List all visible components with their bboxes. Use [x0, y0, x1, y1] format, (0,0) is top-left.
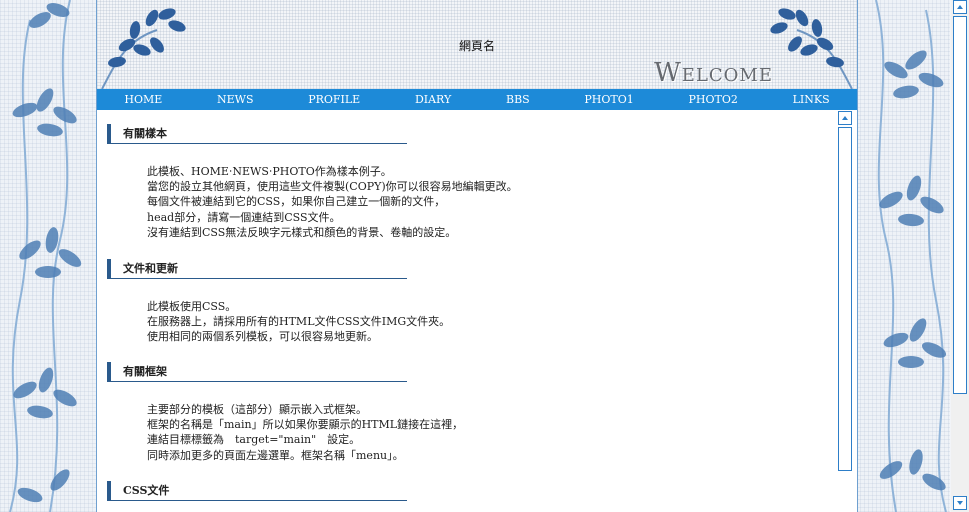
section-body: 此模板使用CSS。 在服務器上，請採用所有的HTML文件CSS文件IMG文件夾。… [147, 299, 567, 345]
section-about-sample: 有關樣本 此模板、HOME‧NEWS‧PHOTO作為樣本例子。 當您的設立其他網… [107, 124, 518, 239]
text-line: 每個文件被連結到它的CSS，如果你自己建立一個新的文件， [147, 195, 446, 209]
section-heading: 有關框架 [107, 362, 407, 382]
main-nav: HOME NEWS PROFILE DIARY BBS PHOTO1 PHOTO… [97, 89, 857, 110]
scroll-up-arrow-icon[interactable] [953, 0, 967, 14]
section-files-updates: 文件和更新 此模板使用CSS。 在服務器上，請採用所有的HTML文件CSS文件I… [107, 259, 450, 343]
main-iframe-content: 有關樣本 此模板、HOME‧NEWS‧PHOTO作為樣本例子。 當您的設立其他網… [97, 110, 855, 512]
nav-item-photo2[interactable]: PHOTO2 [689, 93, 738, 106]
text-line: 主要部分的模板（這部分）顯示嵌入式框架。 [147, 403, 367, 416]
section-body: 此模板、HOME‧NEWS‧PHOTO作為樣本例子。 當您的設立其他網頁，使用這… [147, 164, 567, 240]
nav-item-home[interactable]: HOME [124, 93, 162, 106]
section-heading: 有關樣本 [107, 124, 407, 144]
text-line: 沒有連結到CSS無法反映字元樣式和顏色的背景、卷軸的設定。 [147, 225, 457, 239]
left-decoration [0, 0, 96, 512]
main-page: 網頁名 Welcome HOME NEWS PROFILE DIARY BBS … [96, 0, 858, 512]
nav-item-bbs[interactable]: BBS [506, 93, 530, 106]
section-body: 主要部分的模板（這部分）顯示嵌入式框架。 框架的名稱是「main」所以如果你要顯… [147, 402, 567, 463]
scroll-down-arrow-icon[interactable] [953, 496, 967, 510]
text-line: 框架的名稱是「main」所以如果你要顯示的HTML鏈接在這裡， [147, 418, 464, 432]
text-line: 此模板使用CSS。 [147, 300, 237, 313]
content-scrollbar[interactable] [838, 111, 852, 471]
section-heading: CSS文件 [107, 481, 407, 501]
section-about-frames: 有關框架 主要部分的模板（這部分）顯示嵌入式框架。 框架的名稱是「main」所以… [107, 362, 463, 462]
nav-item-news[interactable]: NEWS [217, 93, 254, 106]
header-banner: 網頁名 Welcome [97, 0, 857, 89]
section-css-files: CSS文件 [107, 481, 407, 501]
text-line: 同時添加更多的頁面左邊選單。框架名稱「menu」。 [147, 448, 404, 462]
welcome-logo: Welcome [654, 58, 773, 88]
floral-pattern-left [9, 0, 82, 512]
right-decoration [856, 0, 950, 512]
site-title: 網頁名 [458, 39, 495, 53]
scrollbar-thumb[interactable] [953, 16, 967, 394]
nav-item-diary[interactable]: DIARY [415, 93, 451, 106]
text-line: 連結目標標籤為 target="main" 設定。 [147, 433, 361, 447]
floral-pattern-right [875, 0, 947, 512]
nav-item-profile[interactable]: PROFILE [308, 93, 360, 106]
section-heading: 文件和更新 [107, 259, 407, 279]
scrollbar-track[interactable] [838, 127, 852, 471]
window-scrollbar[interactable] [951, 0, 969, 512]
text-line: 此模板、HOME‧NEWS‧PHOTO作為樣本例子。 [147, 165, 392, 178]
scroll-up-arrow-icon[interactable] [838, 111, 852, 125]
text-line: 在服務器上，請採用所有的HTML文件CSS文件IMG文件夾。 [147, 315, 451, 329]
text-line: 當您的設立其他網頁，使用這些文件複製(COPY)你可以很容易地編輯更改。 [147, 180, 518, 194]
nav-item-links[interactable]: LINKS [793, 93, 830, 106]
nav-item-photo1[interactable]: PHOTO1 [584, 93, 633, 106]
text-line: 使用相同的兩個系列模板，可以很容易地更新。 [147, 330, 378, 344]
text-line: head部分，請寫一個連結到CSS文件。 [147, 210, 341, 224]
